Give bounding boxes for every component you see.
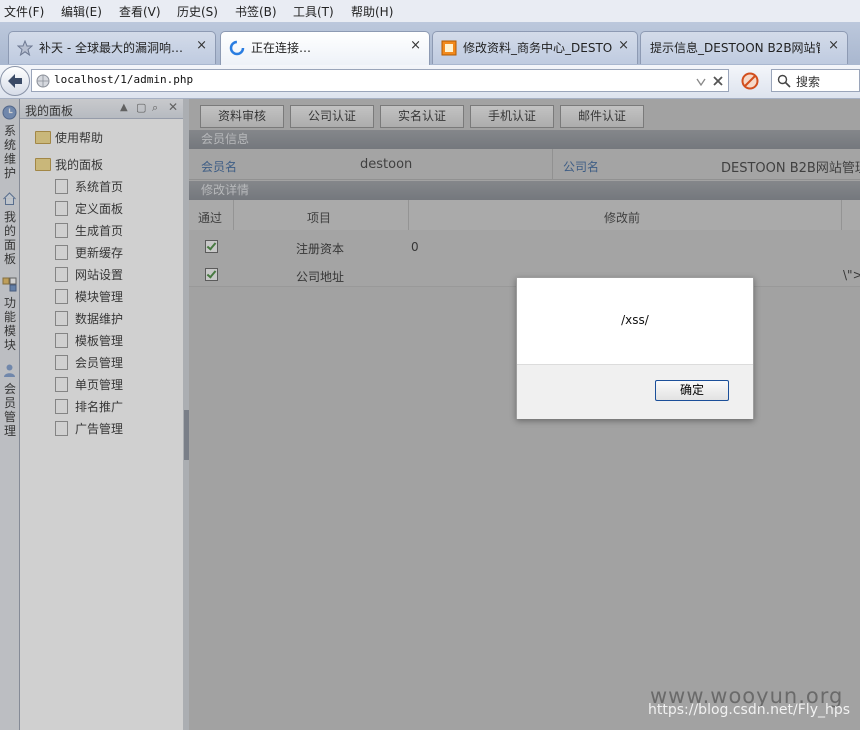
- menu-file[interactable]: 文件(F): [4, 3, 44, 20]
- tab-prompt-info[interactable]: 提示信息_DESTOON B2B网站管… ×: [640, 31, 848, 64]
- url-text: localhost/1/admin.php: [54, 73, 194, 86]
- menu-bar: 文件(F) 编辑(E) 查看(V) 历史(S) 书签(B) 工具(T) 帮助(H…: [0, 0, 860, 23]
- tab-edit-profile[interactable]: 修改资料_商务中心_DESTO… ×: [432, 31, 638, 64]
- watermark-credit: https://blog.csdn.net/Fly_hps: [648, 702, 851, 718]
- tab-butian[interactable]: 补天 - 全球最大的漏洞响… ×: [8, 31, 216, 64]
- orange-site-icon: [441, 40, 457, 56]
- menu-help[interactable]: 帮助(H): [351, 3, 393, 20]
- close-icon[interactable]: ×: [828, 38, 839, 53]
- tab-title: 修改资料_商务中心_DESTO…: [463, 41, 613, 55]
- close-icon[interactable]: ×: [196, 38, 207, 53]
- back-button[interactable]: [0, 66, 30, 96]
- menu-tools[interactable]: 工具(T): [293, 3, 334, 20]
- search-box[interactable]: 搜索: [771, 69, 860, 92]
- tab-title: 提示信息_DESTOON B2B网站管…: [650, 41, 820, 55]
- noscript-icon[interactable]: [741, 72, 759, 90]
- stop-icon[interactable]: [712, 75, 724, 87]
- search-icon: [777, 74, 791, 88]
- alert-message: /xss/: [621, 313, 649, 327]
- menu-edit[interactable]: 编辑(E): [61, 3, 102, 20]
- navigation-bar: localhost/1/admin.php 搜索: [0, 65, 860, 99]
- alert-dialog: /xss/ 确定: [516, 277, 754, 419]
- menu-bookmarks[interactable]: 书签(B): [235, 3, 277, 20]
- menu-view[interactable]: 查看(V): [119, 3, 161, 20]
- dialog-footer: 确定: [517, 364, 753, 419]
- close-icon[interactable]: ×: [618, 38, 629, 53]
- star-icon: [17, 40, 33, 56]
- search-input[interactable]: 搜索: [796, 73, 820, 90]
- ok-button[interactable]: 确定: [655, 380, 729, 401]
- tab-connecting[interactable]: 正在连接… ×: [220, 31, 430, 65]
- tab-title: 补天 - 全球最大的漏洞响…: [39, 41, 183, 55]
- close-icon[interactable]: ×: [410, 38, 421, 53]
- tab-title: 正在连接…: [251, 41, 312, 55]
- loading-spinner-icon: [229, 40, 245, 56]
- menu-history[interactable]: 历史(S): [177, 3, 218, 20]
- globe-icon: [36, 74, 50, 88]
- tab-strip: 补天 - 全球最大的漏洞响… × 正在连接… × 修改资料_商务中心_DESTO…: [0, 22, 860, 65]
- arrow-left-icon: [8, 74, 22, 88]
- url-bar[interactable]: localhost/1/admin.php: [31, 69, 729, 92]
- dropdown-arrow-icon[interactable]: [696, 78, 706, 86]
